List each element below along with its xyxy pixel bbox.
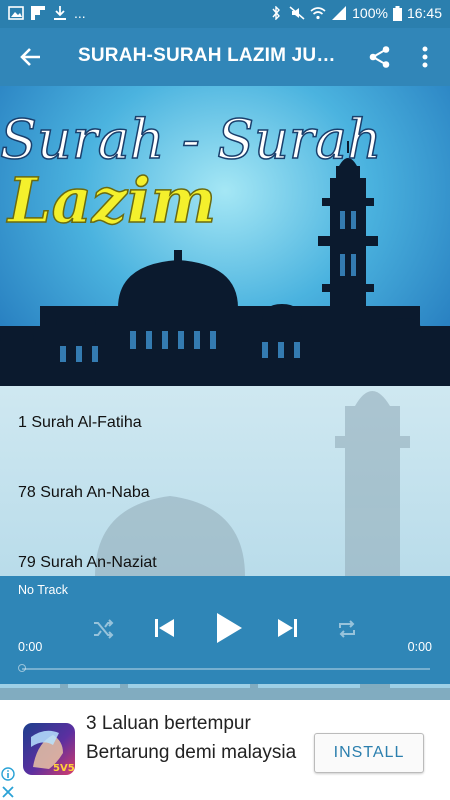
ad-banner[interactable]: 5V5 3 Laluan bertempur Bertarung demi ma… (0, 700, 450, 800)
track-item[interactable]: 1 Surah Al-Fatiha (18, 414, 142, 432)
header-banner: Surah - Surah Lazim (0, 86, 450, 386)
repeat-icon[interactable] (336, 618, 358, 640)
mosque-illustration: Surah - Surah Lazim (0, 107, 450, 386)
battery-icon (392, 5, 402, 21)
signal-icon (332, 6, 347, 20)
gallery-icon (8, 6, 24, 20)
mute-icon (289, 6, 305, 20)
bluetooth-icon (272, 6, 281, 20)
ad-app-icon[interactable]: 5V5 (23, 723, 75, 775)
track-item[interactable]: 79 Surah An-Naziat (18, 554, 157, 572)
mosque-strip (0, 684, 450, 700)
flipboard-icon (31, 6, 45, 20)
app-bar: SURAH-SURAH LAZIM JUZ AMMA MP3 (0, 28, 450, 86)
install-button[interactable]: INSTALL (314, 733, 424, 773)
download-icon (54, 6, 66, 20)
share-icon[interactable] (368, 45, 392, 69)
now-playing-label: No Track (18, 583, 69, 597)
more-vert-icon[interactable] (415, 44, 435, 70)
play-icon[interactable] (214, 612, 244, 644)
status-overflow: ... (74, 5, 86, 21)
total-time: 0:00 (407, 640, 432, 654)
current-time: 0:00 (18, 640, 43, 654)
status-time: 16:45 (406, 5, 442, 21)
status-bar: ... 100% 16:45 (0, 0, 450, 28)
seek-thumb[interactable] (18, 664, 26, 672)
seek-bar[interactable] (22, 668, 430, 670)
arrow-left-icon[interactable] (18, 44, 44, 70)
ad-close-icon[interactable] (0, 784, 16, 800)
banner-title-line1: Surah - Surah (0, 108, 382, 171)
previous-icon[interactable] (153, 616, 177, 640)
track-list: 1 Surah Al-Fatiha 78 Surah An-Naba 79 Su… (0, 386, 450, 576)
ad-icon-badge: 5V5 (53, 763, 75, 774)
banner-title-line2: Lazim (6, 164, 216, 237)
track-item[interactable]: 78 Surah An-Naba (18, 484, 150, 502)
shuffle-icon[interactable] (92, 618, 114, 640)
ad-text: 3 Laluan bertempur Bertarung demi malays… (86, 713, 297, 763)
next-icon[interactable] (275, 616, 299, 640)
wifi-icon (310, 7, 326, 20)
audio-player: No Track 0:00 0:00 (0, 576, 450, 684)
battery-level: 100% (352, 5, 388, 21)
ad-info-icon[interactable] (0, 767, 16, 781)
page-title: SURAH-SURAH LAZIM JUZ AMMA MP3 (78, 45, 343, 66)
